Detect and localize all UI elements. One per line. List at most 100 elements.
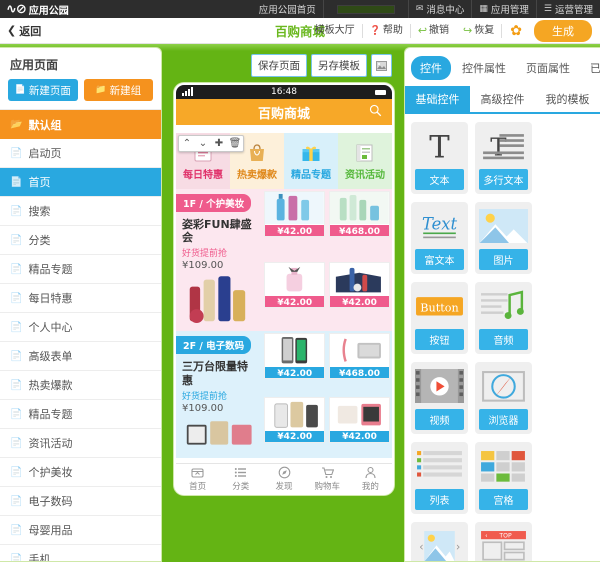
page-icon: 📄 [10, 466, 23, 478]
widget-item[interactable]: Button 按钮 [411, 282, 468, 354]
save-template-button[interactable]: 另存模板 [311, 54, 367, 77]
floor-banner[interactable]: 2F / 电子数码 三万台限量特惠 好货提前抢 ¥109.00 [176, 331, 262, 457]
home-icon [191, 467, 204, 478]
page-list-item[interactable]: 📄 高级表单 [0, 342, 161, 371]
product-card[interactable]: ¥42.00 [327, 260, 392, 331]
widget-item[interactable]: Text 富文本 [411, 202, 468, 274]
product-card[interactable]: ¥42.00 [327, 395, 392, 458]
move-up-icon[interactable]: ⌃ [179, 136, 195, 151]
floor-banner[interactable]: 1F / 个护美妆 姿彩FUN肆盛会 好货提前抢 ¥109.00 [176, 189, 262, 331]
widget-item[interactable]: 图片 [475, 202, 532, 274]
move-down-icon[interactable]: ⌄ [195, 136, 211, 151]
page-list-item[interactable]: 📄 首页 [0, 168, 161, 197]
page-list-item[interactable]: 📄 每日特惠 [0, 284, 161, 313]
topbar-input-slot[interactable] [322, 0, 408, 18]
page-list-item[interactable]: 📄 个护美妆 [0, 458, 161, 487]
add-icon[interactable]: ✚ [211, 136, 227, 151]
user-icon [365, 466, 376, 478]
list-icon [415, 446, 464, 486]
panel-tab[interactable]: 控件 [411, 56, 451, 80]
quick-nav-label: 每日特惠 [183, 169, 223, 181]
panel-subtab[interactable]: 基础控件 [405, 86, 470, 112]
delete-icon[interactable]: 🗑 [227, 136, 243, 151]
page-list-item[interactable]: 📄 热卖爆款 [0, 371, 161, 400]
widget-item[interactable]: 视频 [411, 362, 468, 434]
topbar-item-messages[interactable]: ✉ 消息中心 [407, 0, 472, 18]
topbar-text-input[interactable] [336, 4, 395, 14]
product-card[interactable]: ¥468.00 [327, 189, 392, 260]
topbar-item-operations[interactable]: ☰ 运营管理 [535, 0, 600, 18]
page-list-item[interactable]: 📄 个人中心 [0, 313, 161, 342]
page-list-item[interactable]: 📄 资讯活动 [0, 429, 161, 458]
page-list-item[interactable]: 📄 精品专题 [0, 400, 161, 429]
tabbar-item[interactable]: 分类 [219, 464, 262, 493]
signal-icon [182, 87, 193, 96]
editor-stage: 应用页面 📄 新建页面 📁 新建组 📂 默认组 📄 启动页 📄 首页 📄 搜索 📄 分类 📄 精品专题… [0, 44, 600, 562]
settings-gear-icon[interactable]: ✿ [502, 23, 530, 39]
global-topbar: ∿⊘ 应用公园 应用公园首页 ✉ 消息中心 ▦ 应用管理 ☰ 运营管理 [0, 0, 600, 18]
undo-button[interactable]: ↩ 撤销 [411, 24, 456, 38]
quick-nav-item[interactable]: 精品专题 [284, 133, 338, 189]
tabbar-item[interactable]: 发现 [262, 464, 305, 493]
product-card[interactable]: ¥468.00 [327, 331, 392, 394]
page-list-item[interactable]: 📄 手机 [0, 545, 161, 561]
product-card[interactable]: ¥42.00 [262, 331, 327, 394]
page-icon: 📄 [10, 495, 23, 507]
template-hall-button[interactable]: ★ 模板大厅 [298, 23, 363, 38]
floor-banner-image [182, 414, 256, 453]
widgets-panel: 控件控件属性页面属性已有导航 基础控件高级控件我的模板 T 文本 T 多行文本 Text… [404, 47, 600, 562]
floor-section[interactable]: 2F / 电子数码 三万台限量特惠 好货提前抢 ¥109.00 ¥42.00 ¥468.0… [176, 331, 392, 458]
widgets-panel-tabs: 控件控件属性页面属性已有导航 [405, 48, 600, 86]
floor-section[interactable]: 1F / 个护美妆 姿彩FUN肆盛会 好货提前抢 ¥109.00 ¥42.00 ¥468.… [176, 189, 392, 332]
page-list-item[interactable]: 📄 分类 [0, 226, 161, 255]
product-card[interactable]: ¥42.00 [262, 260, 327, 331]
panel-tab[interactable]: 页面属性 [517, 56, 579, 80]
product-card[interactable]: ¥42.00 [262, 395, 327, 458]
topbar-item-app-management[interactable]: ▦ 应用管理 [471, 0, 536, 18]
widget-item[interactable]: 宫格 [475, 442, 532, 514]
page-item-label: 资讯活动 [28, 437, 73, 450]
panel-subtab[interactable]: 高级控件 [470, 86, 535, 112]
widget-item[interactable]: TOP‹历史导航 [475, 522, 532, 561]
page-list-item[interactable]: 📄 电子数码 [0, 487, 161, 516]
tabbar-item[interactable]: 购物车 [306, 464, 349, 493]
page-list-item[interactable]: 📄 精品专题 [0, 255, 161, 284]
widget-label: 多行文本 [479, 169, 528, 190]
new-group-button[interactable]: 📁 新建组 [83, 79, 153, 101]
topbar-item-home[interactable]: 应用公园首页 [252, 0, 323, 18]
page-list-item[interactable]: 📄 启动页 [0, 139, 161, 168]
widget-item[interactable]: T 文本 [411, 122, 468, 194]
redo-button[interactable]: ↪ 恢复 [456, 23, 503, 38]
phone-frame: 16:48 百购商城 ⌃ ⌄ ✚ 🗑 每日特惠 热卖爆款精品专题 资讯活动 1F… [174, 83, 394, 495]
tabbar-item[interactable]: 我的 [349, 464, 392, 493]
floor-subtitle: 好货提前抢 [182, 249, 228, 260]
floor-product-grid: ¥42.00 ¥468.00 ¥42.00 ¥42.00 [262, 189, 392, 331]
widget-item[interactable]: 浏览器 [475, 362, 532, 434]
quick-nav-item[interactable]: 资讯活动 [338, 133, 392, 189]
widget-item[interactable]: ‹›画廊 [411, 522, 468, 561]
back-button[interactable]: ❮ 返回 [0, 23, 41, 39]
widget-item[interactable]: 音频 [475, 282, 532, 354]
widget-item[interactable]: 列表 [411, 442, 468, 514]
page-icon: 📄 [10, 292, 23, 304]
panel-tab[interactable]: 控件属性 [453, 56, 515, 80]
page-list-item[interactable]: 📄 母婴用品 [0, 516, 161, 545]
search-icon[interactable] [369, 104, 382, 117]
save-page-button[interactable]: 保存页面 [251, 54, 307, 77]
panel-tab[interactable]: 已有导航 [581, 56, 600, 80]
site-logo[interactable]: ∿⊘ 应用公园 [0, 2, 69, 17]
help-button[interactable]: ❓ 帮助 [363, 23, 411, 38]
tabbar-item[interactable]: 首页 [176, 464, 219, 493]
panel-subtab[interactable]: 我的模板 [535, 86, 600, 112]
preview-icon-button[interactable] [371, 54, 392, 77]
product-card[interactable]: ¥42.00 [262, 189, 327, 260]
new-page-button[interactable]: 📄 新建页面 [8, 79, 78, 101]
widget-grid: T文本T多行文本Text富文本图片Button按钮音频视频浏览器列表宫格‹›画廊… [405, 114, 600, 561]
page-group-item[interactable]: 📂 默认组 [0, 110, 161, 139]
widget-item[interactable]: T 多行文本 [475, 122, 532, 194]
topbar-home-label: 应用公园首页 [258, 5, 316, 16]
phone-quick-nav: ⌃ ⌄ ✚ 🗑 每日特惠 热卖爆款 精品专题 资讯活动 [176, 133, 392, 189]
generate-button[interactable]: 生成 [534, 19, 592, 42]
page-icon: 📄 [10, 205, 23, 217]
page-list-item[interactable]: 📄 搜索 [0, 197, 161, 226]
